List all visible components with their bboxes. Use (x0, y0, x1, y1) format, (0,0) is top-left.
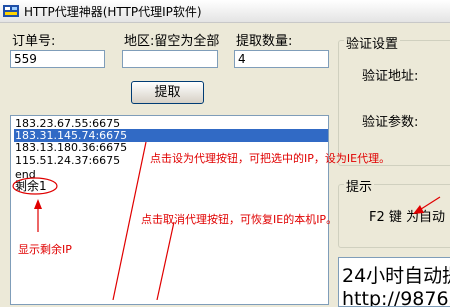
remaining-highlight-circle (12, 177, 58, 195)
cancel-proxy-annotation: 点击取消代理按钮，可恢复IE的本机IP。 (141, 213, 338, 226)
hint-arrow-head (413, 205, 424, 214)
cancel-proxy-pointer (156, 221, 175, 300)
remaining-ip-annotation: 显示剩余IP (18, 243, 72, 256)
set-proxy-annotation: 点击设为代理按钮，可把选中的IP，设为IE代理。 (150, 152, 391, 165)
remaining-arrow-head (34, 199, 42, 209)
